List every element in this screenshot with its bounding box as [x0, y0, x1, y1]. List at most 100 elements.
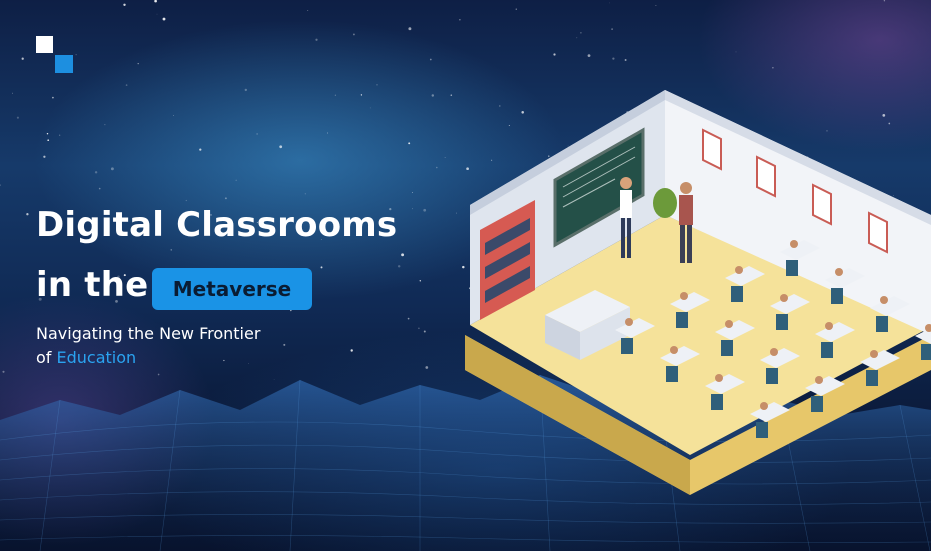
star [587, 54, 591, 57]
star [429, 58, 432, 61]
star [279, 145, 283, 149]
star [43, 155, 46, 158]
student-figure [780, 294, 788, 302]
hero-banner: Digital Classrooms in the Metaverse Navi… [0, 0, 931, 551]
star [12, 92, 13, 94]
classroom-illustration [465, 90, 931, 495]
student-chair [676, 312, 688, 328]
star [21, 57, 24, 60]
star [401, 253, 405, 257]
star [407, 317, 410, 320]
star [59, 134, 61, 136]
star [256, 133, 258, 135]
star [655, 5, 657, 7]
star [376, 84, 378, 86]
star [162, 17, 166, 21]
star [444, 157, 446, 158]
star [320, 266, 323, 269]
star [283, 343, 286, 346]
star [423, 208, 427, 212]
star [423, 330, 426, 333]
student-chair [711, 394, 723, 410]
student-figure [625, 318, 633, 326]
star [104, 124, 106, 126]
star [125, 84, 128, 86]
subtitle-line-1: Navigating the New Frontier [36, 324, 261, 343]
star [611, 28, 613, 30]
student-figure [870, 350, 878, 358]
star [334, 94, 336, 96]
subtitle-accent: Education [56, 348, 137, 367]
student-chair [811, 396, 823, 412]
logo-square-white [36, 36, 53, 53]
star [397, 265, 401, 268]
logo-mark [36, 36, 76, 76]
student-figure [670, 346, 678, 354]
star [16, 116, 19, 119]
star [436, 166, 438, 169]
subtitle-prefix: of [36, 348, 52, 367]
student-figure [825, 322, 833, 330]
star [47, 139, 50, 142]
star [576, 37, 578, 39]
star [110, 167, 114, 171]
star [608, 2, 610, 4]
star [350, 349, 353, 352]
star [307, 10, 309, 11]
student-chair [866, 370, 878, 386]
student-figure [735, 266, 743, 274]
student-figure [760, 402, 768, 410]
star [553, 53, 556, 56]
student-figure [880, 296, 888, 304]
student-figure [680, 292, 688, 300]
headline-line-2: in the [36, 265, 149, 305]
student-figure [815, 376, 823, 384]
star [94, 171, 98, 174]
student-chair [721, 340, 733, 356]
star [369, 107, 371, 109]
student-chair [621, 338, 633, 354]
student-figure [770, 348, 778, 356]
student-chair [821, 342, 833, 358]
star [360, 94, 363, 96]
star [419, 280, 422, 282]
student-chair [786, 260, 798, 276]
student-figure [835, 268, 843, 276]
student-figure [790, 240, 798, 248]
star [170, 249, 172, 251]
student-chair [731, 286, 743, 302]
metaverse-highlight-badge: Metaverse [152, 268, 312, 310]
star [352, 33, 355, 36]
star [612, 57, 615, 60]
star [450, 94, 453, 96]
subtitle-line-2: of Education [36, 346, 260, 370]
star [26, 213, 29, 216]
star [199, 148, 202, 151]
headline-line-1: Digital Classrooms [36, 205, 398, 245]
student-chair [876, 316, 888, 332]
star [515, 8, 517, 10]
logo-square-blue [55, 55, 73, 73]
student-chair [831, 288, 843, 304]
star [154, 0, 157, 3]
star [173, 115, 174, 116]
plant [653, 188, 677, 218]
star [624, 59, 627, 61]
star [735, 51, 737, 53]
star [185, 199, 187, 202]
star [418, 327, 420, 330]
star [431, 94, 435, 97]
subtitle: Navigating the New Frontier of Education [36, 322, 260, 370]
star [137, 62, 139, 65]
student-chair [776, 314, 788, 330]
star [456, 212, 458, 214]
star [459, 19, 461, 21]
star [315, 38, 318, 41]
star [244, 88, 247, 92]
star [412, 192, 413, 193]
star [412, 208, 413, 210]
star [580, 32, 582, 34]
student-chair [766, 368, 778, 384]
student-chair [756, 422, 768, 438]
star [235, 179, 237, 181]
